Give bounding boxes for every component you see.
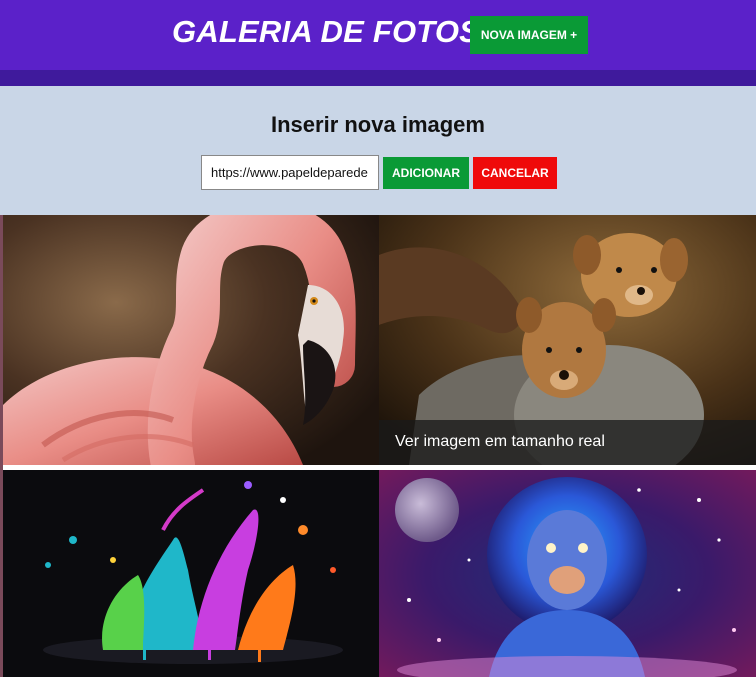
gallery-image-puppies[interactable]: Ver imagem em tamanho real [379,215,756,465]
insert-title: Inserir nova imagem [271,112,485,137]
add-button[interactable]: ADICIONAR [383,157,469,189]
new-image-button[interactable]: NOVA IMAGEM + [470,16,588,54]
app-header: GALERIA DE FOTOS NOVA IMAGEM + [0,0,756,70]
header-divider [0,70,756,86]
insert-image-panel: Inserir nova imagem ADICIONAR CANCELAR [0,86,756,215]
photo-gallery: Ver imagem em tamanho real [0,215,756,677]
image-url-input[interactable] [201,155,379,190]
view-full-size-overlay[interactable]: Ver imagem em tamanho real [379,420,756,465]
gallery-image-paint-splash[interactable] [3,470,379,677]
cancel-button[interactable]: CANCELAR [473,157,557,189]
gallery-image-flamingo[interactable] [3,215,379,465]
gallery-image-cosmic-lion[interactable] [379,470,756,677]
page-title: GALERIA DE FOTOS [172,14,481,49]
